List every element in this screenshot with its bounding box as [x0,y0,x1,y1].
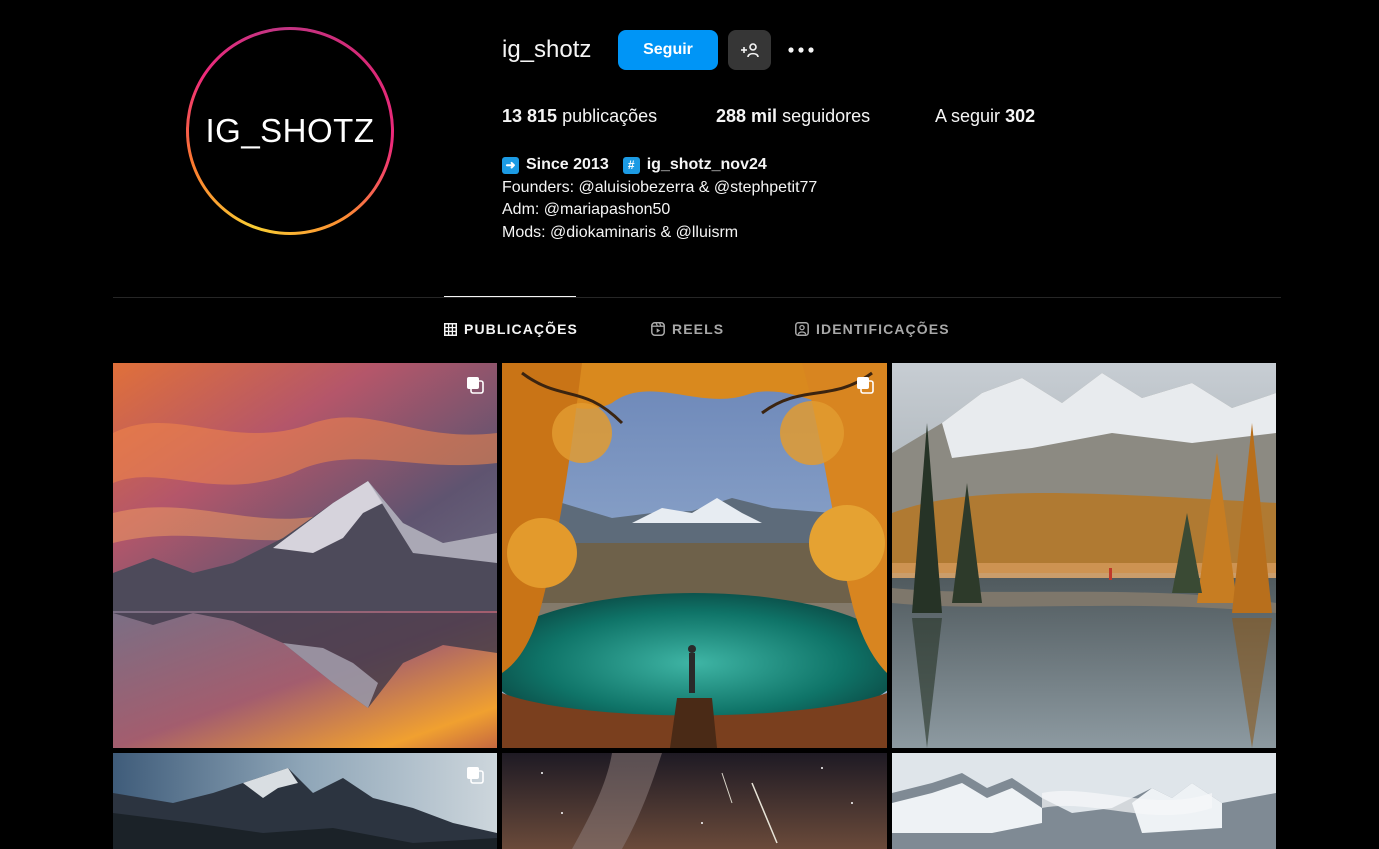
tagged-icon [795,322,809,336]
post-image-alpine-lake [892,363,1276,748]
tab-reels[interactable]: REELS [651,321,724,337]
tab-label: PUBLICAÇÕES [464,321,578,337]
tab-tagged[interactable]: IDENTIFICAÇÕES [795,321,950,337]
right-arrow-icon: ➜ [502,156,519,174]
suggest-users-button[interactable] [728,30,771,70]
avatar-text: IG_SHOTZ [205,112,375,149]
hashtag-icon: # [622,156,640,174]
bio-since: Since 2013 [526,156,609,173]
post-thumbnail[interactable] [113,363,497,748]
multiple-photos-icon [467,377,484,394]
active-tab-indicator [444,296,576,297]
followers-stat[interactable]: 288 mil seguidores [716,106,870,127]
profile-username: ig_shotz [502,36,592,63]
post-image-autumn-lake [502,363,887,748]
post-thumbnail[interactable] [892,363,1276,748]
post-image-jagged-peaks [113,753,497,849]
post-thumbnail[interactable] [502,753,887,849]
following-stat[interactable]: A seguir 302 [935,106,1035,127]
multiple-photos-icon [857,377,874,394]
posts-count: 13 815 [502,106,558,126]
tabs-divider [113,297,1281,298]
profile-bio: ➜ Since 2013 # ig_shotz_nov24 Founders: … [502,154,817,244]
multiple-photos-icon [467,767,484,784]
post-image-snowy-dolomites [892,753,1276,849]
tab-posts[interactable]: PUBLICAÇÕES [444,321,578,337]
post-image-sunset-mountain [113,363,497,748]
bio-line: Adm: @mariapashon50 [502,201,671,218]
more-options-button[interactable] [783,33,819,67]
tab-label: IDENTIFICAÇÕES [816,321,950,337]
following-label: A seguir [935,106,1001,126]
post-thumbnail[interactable] [502,363,887,748]
bio-line: Founders: @aluisiobezerra & @stephpetit7… [502,178,818,196]
bio-line: Mods: @diokaminaris & @lluisrm [502,223,739,241]
posts-stat: 13 815 publicações [502,106,657,127]
followers-count: 288 mil [716,106,778,126]
followers-label: seguidores [782,106,871,126]
post-thumbnail[interactable] [892,753,1276,849]
grid-icon [444,322,457,336]
bio-hashtag[interactable]: ig_shotz_nov24 [647,154,767,177]
more-dots-icon [788,47,814,53]
post-image-milky-way [502,753,887,849]
post-thumbnail[interactable] [113,753,497,849]
follow-button[interactable]: Seguir [618,30,718,70]
following-count: 302 [1005,106,1036,126]
posts-label: publicações [562,106,658,126]
reels-icon [651,322,665,336]
add-person-icon [740,43,759,58]
bio-headline: ➜ Since 2013 # ig_shotz_nov24 [502,154,817,177]
avatar[interactable]: IG_SHOTZ [189,30,391,232]
tab-label: REELS [672,321,725,337]
